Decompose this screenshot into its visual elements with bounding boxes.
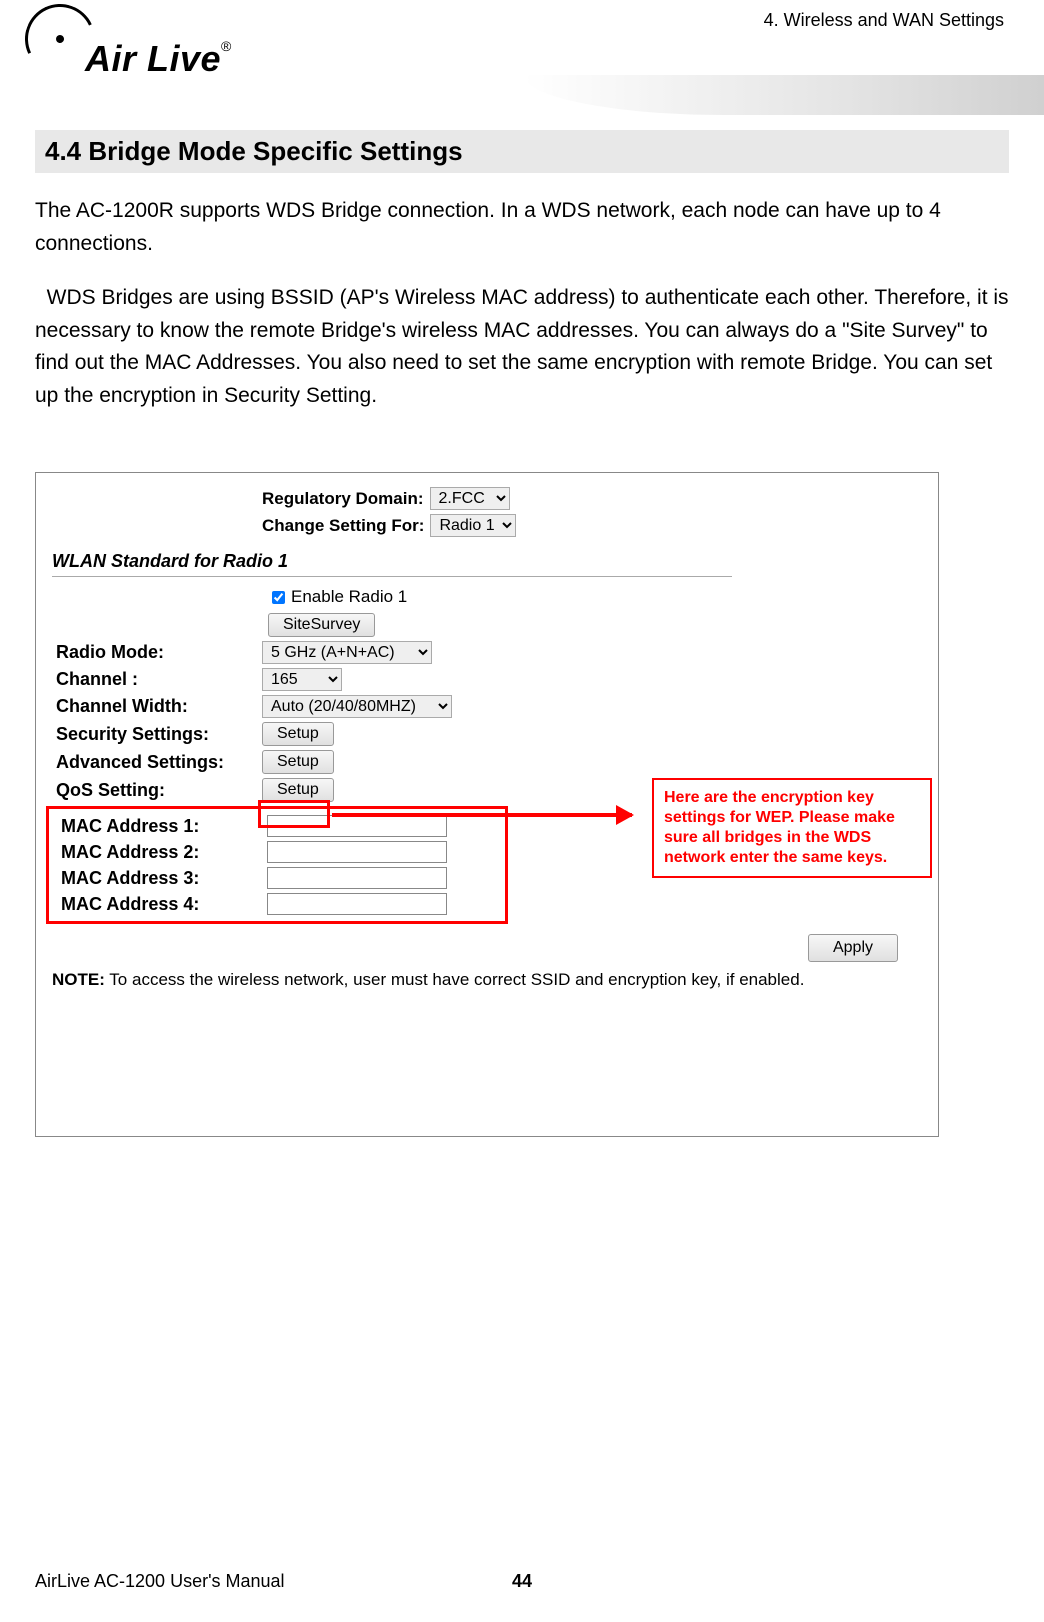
security-setup-button[interactable]: Setup bbox=[262, 722, 334, 746]
reg-domain-label: Regulatory Domain: bbox=[262, 489, 424, 509]
enable-radio-label: Enable Radio 1 bbox=[291, 587, 407, 607]
note-label: NOTE: bbox=[52, 970, 105, 989]
mac1-label: MAC Address 1: bbox=[51, 816, 261, 837]
footer-manual-title: AirLive AC-1200 User's Manual bbox=[35, 1571, 285, 1592]
apply-button[interactable]: Apply bbox=[808, 934, 898, 962]
advanced-settings-label: Advanced Settings: bbox=[46, 752, 256, 773]
intro-paragraph-1: The AC-1200R supports WDS Bridge connect… bbox=[35, 195, 1009, 260]
radio-mode-label: Radio Mode: bbox=[46, 642, 256, 663]
change-setting-for-label: Change Setting For: bbox=[262, 516, 424, 536]
callout-box: Here are the encryption key settings for… bbox=[652, 778, 932, 878]
mac4-input[interactable] bbox=[267, 893, 447, 915]
change-setting-for-select[interactable]: Radio 1 bbox=[430, 514, 516, 537]
radio-mode-select[interactable]: 5 GHz (A+N+AC) bbox=[262, 641, 432, 664]
qos-setup-button[interactable]: Setup bbox=[262, 778, 334, 802]
advanced-setup-button[interactable]: Setup bbox=[262, 750, 334, 774]
callout-arrow-icon bbox=[332, 813, 632, 817]
mac3-input[interactable] bbox=[267, 867, 447, 889]
mac3-label: MAC Address 3: bbox=[51, 868, 261, 889]
registered-icon: ® bbox=[221, 38, 231, 54]
note-text: NOTE: To access the wireless network, us… bbox=[46, 970, 928, 990]
settings-screenshot: Regulatory Domain: 2.FCC Change Setting … bbox=[35, 472, 939, 1137]
section-heading: 4.4 Bridge Mode Specific Settings bbox=[35, 130, 1009, 173]
enable-radio-checkbox[interactable] bbox=[272, 591, 285, 604]
header-swoosh bbox=[524, 75, 1044, 115]
qos-setting-label: QoS Setting: bbox=[46, 780, 256, 801]
reg-domain-select[interactable]: 2.FCC bbox=[430, 487, 510, 510]
mac4-label: MAC Address 4: bbox=[51, 894, 261, 915]
wlan-standard-heading: WLAN Standard for Radio 1 bbox=[52, 551, 928, 572]
page-number: 44 bbox=[512, 1571, 532, 1592]
running-header: 4. Wireless and WAN Settings bbox=[764, 10, 1004, 31]
channel-width-label: Channel Width: bbox=[46, 696, 256, 717]
intro-paragraph-2: WDS Bridges are using BSSID (AP's Wirele… bbox=[35, 282, 1009, 412]
mac1-input[interactable] bbox=[267, 815, 447, 837]
channel-select[interactable]: 165 bbox=[262, 668, 342, 691]
channel-label: Channel : bbox=[46, 669, 256, 690]
mac2-label: MAC Address 2: bbox=[51, 842, 261, 863]
security-settings-label: Security Settings: bbox=[46, 724, 256, 745]
channel-width-select[interactable]: Auto (20/40/80MHZ) bbox=[262, 695, 452, 718]
mac2-input[interactable] bbox=[267, 841, 447, 863]
logo-text: Air Live bbox=[85, 38, 221, 79]
logo: Air Live® bbox=[25, 10, 285, 90]
mac-address-group: MAC Address 1: MAC Address 2: MAC Addres… bbox=[46, 806, 508, 924]
site-survey-button[interactable]: SiteSurvey bbox=[268, 613, 375, 637]
divider bbox=[52, 576, 732, 577]
